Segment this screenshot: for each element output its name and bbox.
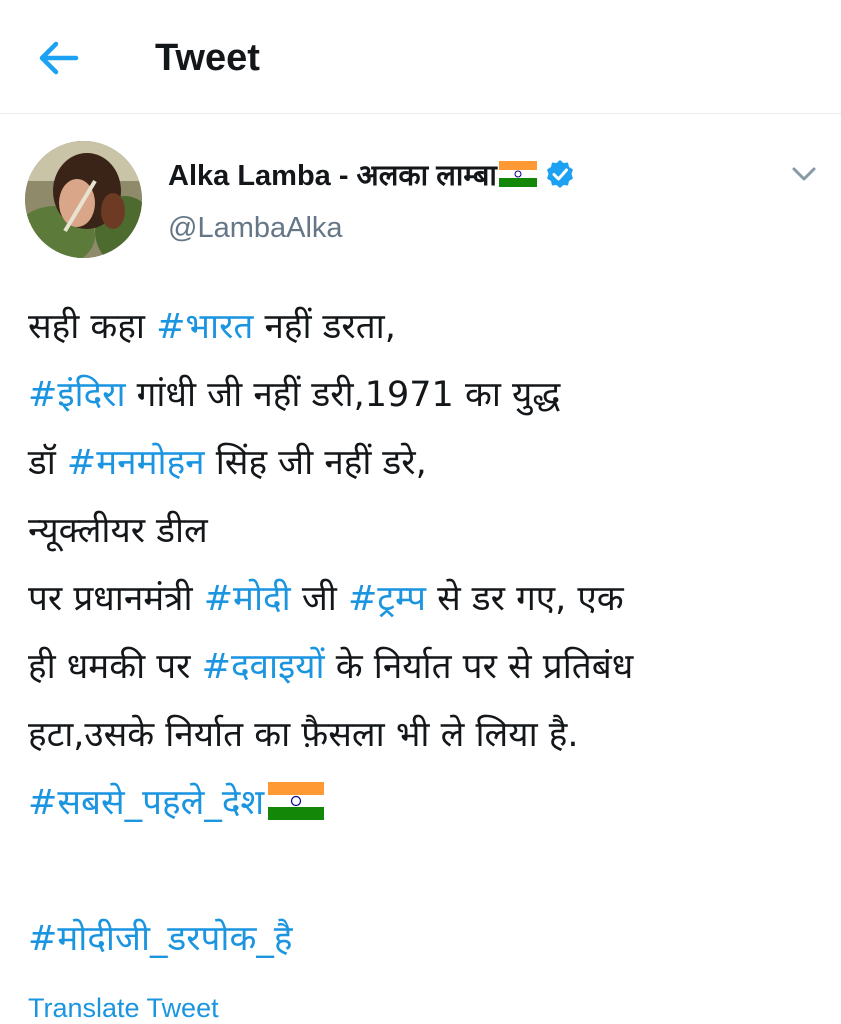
avatar[interactable] [25, 141, 142, 258]
tweet-text-segment: न्यूक्लीयर डील [28, 511, 208, 551]
india-flag-icon [498, 161, 537, 187]
hashtag-link[interactable]: #इंदिरा [28, 375, 126, 415]
tweet-text-segment: जी [290, 579, 348, 619]
tweet-text-segment: डॉ [28, 443, 67, 483]
tweet-line: न्यूक्लीयर डील [28, 497, 828, 565]
hashtag-link[interactable]: #सबसे_पहले_देश [28, 783, 264, 823]
back-button[interactable] [36, 36, 84, 80]
hashtag-link[interactable]: #मोदी [204, 579, 291, 619]
tweet-line: #मोदीजी_डरपोक_है [28, 905, 828, 973]
tweet-text: सही कहा #भारत नहीं डरता, #इंदिरा गांधी जी… [28, 293, 828, 973]
tweet-text-segment: के निर्यात पर से प्रतिबंध [324, 647, 634, 687]
hashtag-link[interactable]: #दवाइयों [202, 647, 325, 687]
tweet-text-segment: हटा,उसके निर्यात का फ़ैसला भी ले लिया है… [28, 715, 579, 755]
author-handle[interactable]: @LambaAlka [168, 208, 343, 248]
tweet-line: #इंदिरा गांधी जी नहीं डरी,1971 का युद्ध [28, 361, 828, 429]
tweet-text-segment: सिंह जी नहीं डरे, [204, 443, 427, 483]
translate-tweet-link[interactable]: Translate Tweet [28, 992, 219, 1024]
tweet-text-segment: सही कहा [28, 307, 157, 347]
hashtag-link[interactable]: #मनमोहन [67, 443, 205, 483]
tweet-text-segment: गांधी जी नहीं डरी,1971 का युद्ध [125, 375, 561, 415]
tweet-line: #सबसे_पहले_देश [28, 769, 828, 837]
tweet-text-segment: से डर गए, एक [426, 579, 624, 619]
tweet-line: डॉ #मनमोहन सिंह जी नहीं डरे, [28, 429, 828, 497]
chevron-down-icon [792, 167, 816, 181]
author-display-name[interactable]: Alka Lamba - अलका लाम्बा [168, 155, 497, 194]
india-flag-icon [268, 782, 325, 820]
tweet-text-segment: पर प्रधानमंत्री [28, 579, 204, 619]
more-options-button[interactable] [788, 160, 820, 188]
tweet-line: पर प्रधानमंत्री #मोदी जी #ट्रम्प से डर ग… [28, 565, 828, 633]
arrow-left-icon [39, 41, 79, 75]
tweet-line: सही कहा #भारत नहीं डरता, [28, 293, 828, 361]
tweet-line [28, 837, 828, 905]
tweet-text-segment: नहीं डरता, [253, 307, 396, 347]
verified-badge-icon [546, 160, 573, 188]
hashtag-link[interactable]: #भारत [156, 307, 253, 347]
tweet-line: हटा,उसके निर्यात का फ़ैसला भी ले लिया है… [28, 701, 828, 769]
author-name-row[interactable]: Alka Lamba - अलका लाम्बा [168, 152, 575, 196]
tweet-text-segment: ही धमकी पर [28, 647, 202, 687]
page-title: Tweet [155, 37, 260, 79]
tweet-line: ही धमकी पर #दवाइयों के निर्यात पर से प्र… [28, 633, 828, 701]
hashtag-link[interactable]: #ट्रम्प [348, 579, 426, 619]
header-bar: Tweet [0, 0, 841, 114]
avatar-image [25, 141, 142, 258]
hashtag-link[interactable]: #मोदीजी_डरपोक_है [28, 919, 292, 959]
